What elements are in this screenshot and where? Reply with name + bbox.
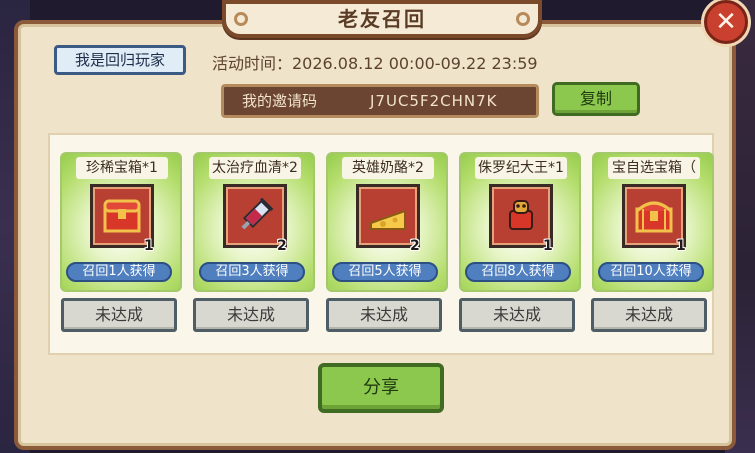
- banner-ornament-right: [516, 12, 530, 26]
- reward-card: 珍稀宝箱*1 1 召回1人获得: [60, 152, 182, 292]
- reward-card: 英雄奶酪*2 2 召回5人获得: [326, 152, 448, 292]
- reward-name: 宝自选宝箱（: [608, 157, 700, 179]
- jurassic-king-icon: [509, 200, 533, 230]
- reward-requirement: 召回10人获得: [598, 262, 704, 282]
- reward-status-button[interactable]: 未达成: [193, 298, 309, 332]
- event-time: 活动时间：2026.08.12 00:00-09.22 23:59: [212, 54, 538, 73]
- copy-button[interactable]: 复制: [552, 82, 640, 116]
- close-icon: ✕: [715, 7, 737, 37]
- close-button[interactable]: ✕: [704, 0, 748, 44]
- reward-card: 侏罗纪大王*1 1 召回8人获得: [459, 152, 581, 292]
- reward-status-button[interactable]: 未达成: [326, 298, 442, 332]
- reward-count: 1: [543, 238, 553, 254]
- reward-requirement: 召回5人获得: [332, 262, 438, 282]
- reward-card: 太治疗血清*2 2 召回3人获得: [193, 152, 315, 292]
- dialog-title: 老友召回: [338, 7, 426, 31]
- reward-status-button[interactable]: 未达成: [591, 298, 707, 332]
- reward-count: 1: [144, 238, 154, 254]
- reward-requirement: 召回1人获得: [66, 262, 172, 282]
- reward-count: 1: [676, 238, 686, 254]
- syringe-icon: [241, 197, 274, 230]
- invite-code-value: J7UC5F2CHN7K: [370, 92, 498, 110]
- invite-code-label: 我的邀请码: [242, 92, 318, 110]
- reward-status-button[interactable]: 未达成: [459, 298, 575, 332]
- returner-button[interactable]: 我是回归玩家: [54, 45, 186, 75]
- reward-requirement: 召回8人获得: [465, 262, 571, 282]
- reward-count: 2: [410, 238, 420, 254]
- selectable-chest-icon: [635, 201, 673, 233]
- reward-name: 珍稀宝箱*1: [76, 157, 168, 179]
- reward-card: 宝自选宝箱（ 1 召回10人获得: [592, 152, 714, 292]
- banner-ornament-left: [234, 12, 248, 26]
- reward-name: 太治疗血清*2: [209, 157, 301, 179]
- title-banner: 老友召回: [222, 0, 542, 38]
- share-button[interactable]: 分享: [318, 363, 444, 413]
- treasure-chest-icon: [103, 199, 141, 233]
- cheese-icon: [370, 209, 406, 230]
- reward-status-button[interactable]: 未达成: [61, 298, 177, 332]
- reward-count: 2: [277, 238, 287, 254]
- reward-name: 侏罗纪大王*1: [475, 157, 567, 179]
- reward-requirement: 召回3人获得: [199, 262, 305, 282]
- invite-code-box: 我的邀请码 J7UC5F2CHN7K: [221, 84, 539, 118]
- reward-name: 英雄奶酪*2: [342, 157, 434, 179]
